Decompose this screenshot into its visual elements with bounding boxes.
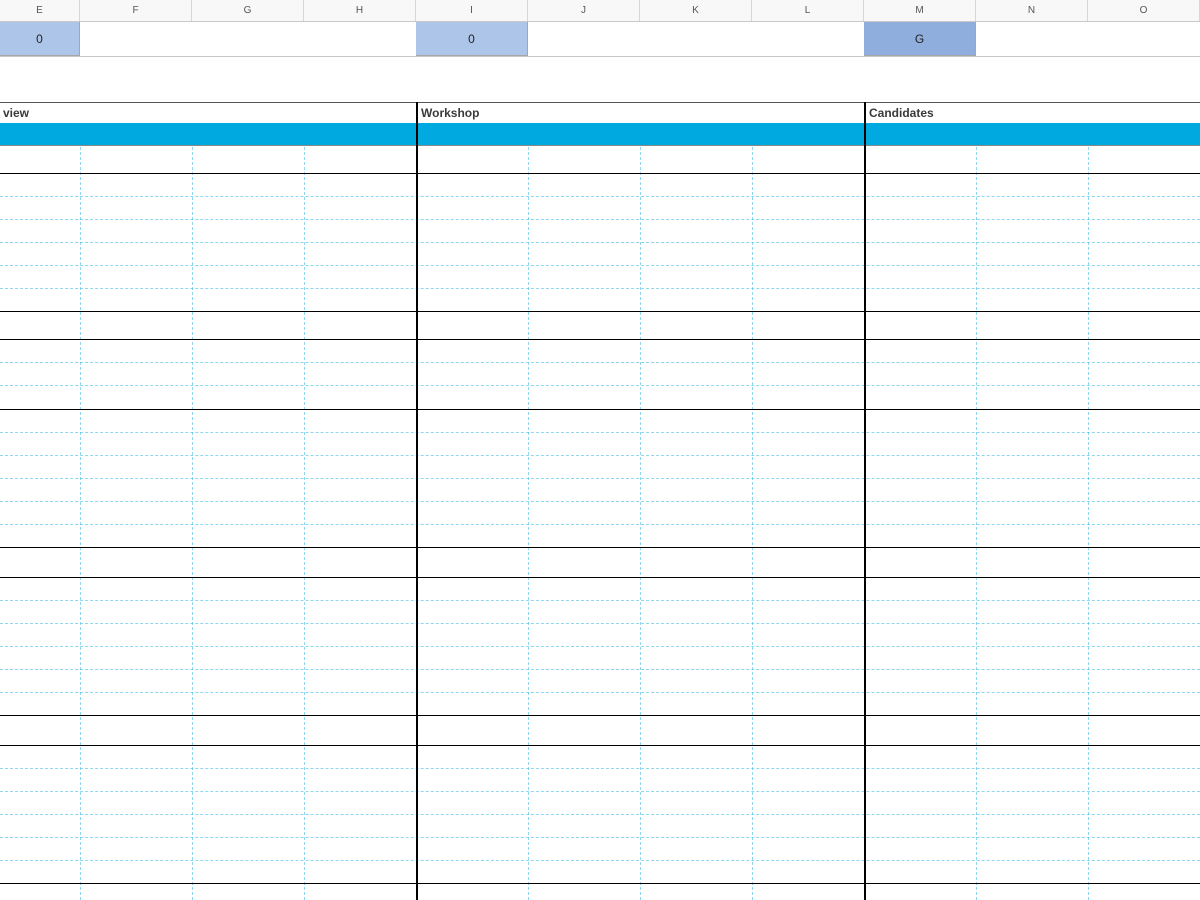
row-dashed [0, 646, 1200, 647]
row-solid [0, 745, 1200, 746]
col-header-H[interactable]: H [304, 0, 416, 21]
section-divider-vertical [416, 102, 418, 900]
col-header-I[interactable]: I [416, 0, 528, 21]
row-solid [0, 715, 1200, 716]
row-dashed [0, 242, 1200, 243]
section-divider-vertical [864, 22, 866, 900]
col-divider [304, 22, 305, 900]
row-dashed [0, 768, 1200, 769]
section-divider-vertical [416, 123, 418, 145]
row-dashed [0, 860, 1200, 861]
col-divider [976, 22, 977, 900]
mask-top [0, 22, 1200, 102]
row-solid [0, 547, 1200, 548]
row-dashed [0, 362, 1200, 363]
row-solid [0, 409, 1200, 410]
col-header-M[interactable]: M [864, 0, 976, 21]
col-header-K[interactable]: K [640, 0, 752, 21]
cyan-band-bottom [0, 145, 1200, 146]
col-header-G[interactable]: G [192, 0, 304, 21]
cell-I-row1[interactable]: 0 [416, 22, 528, 56]
col-header-J[interactable]: J [528, 0, 640, 21]
col-header-N[interactable]: N [976, 0, 1088, 21]
row-dashed [0, 814, 1200, 815]
col-header-E[interactable]: E [0, 0, 80, 21]
row-dashed [0, 432, 1200, 433]
col-header-F[interactable]: F [80, 0, 192, 21]
row-solid [0, 173, 1200, 174]
row-dashed [0, 524, 1200, 525]
row-dashed [0, 385, 1200, 386]
row-solid [0, 311, 1200, 312]
row-dashed [0, 219, 1200, 220]
section-cyan-band[interactable] [0, 123, 1200, 145]
col-header-O[interactable]: O [1088, 0, 1200, 21]
section-label-view[interactable]: view [0, 102, 416, 123]
section-label-workshop[interactable]: Workshop [418, 102, 864, 123]
row-solid [0, 339, 1200, 340]
row-dashed [0, 692, 1200, 693]
row-dashed [0, 455, 1200, 456]
row-dashed [0, 196, 1200, 197]
row-dashed [0, 501, 1200, 502]
row-divider [0, 56, 1200, 57]
column-header-row: E F G H I J K L M N O [0, 0, 1200, 22]
col-header-L[interactable]: L [752, 0, 864, 21]
row-solid [0, 577, 1200, 578]
row-dashed [0, 265, 1200, 266]
row-dashed [0, 837, 1200, 838]
section-divider-vertical [416, 22, 418, 900]
section-label-candidates[interactable]: Candidates [866, 102, 1200, 123]
row-solid [0, 883, 1200, 884]
col-divider [528, 22, 529, 900]
row-dashed [0, 669, 1200, 670]
col-divider [80, 22, 81, 900]
spreadsheet-grid[interactable]: 0 0 G view Workshop Candidates 0 0 G [0, 22, 1200, 900]
row-dashed [0, 288, 1200, 289]
col-divider [640, 22, 641, 900]
cell-M-row1[interactable]: G [864, 22, 976, 56]
col-divider [752, 22, 753, 900]
row-dashed [0, 623, 1200, 624]
section-divider-vertical [864, 123, 866, 145]
col-divider [192, 22, 193, 900]
cell-E-row1[interactable]: 0 [0, 22, 80, 56]
col-divider [1088, 22, 1089, 900]
row-dashed [0, 600, 1200, 601]
row-dashed [0, 791, 1200, 792]
section-divider-vertical [864, 102, 866, 900]
row-dashed [0, 478, 1200, 479]
